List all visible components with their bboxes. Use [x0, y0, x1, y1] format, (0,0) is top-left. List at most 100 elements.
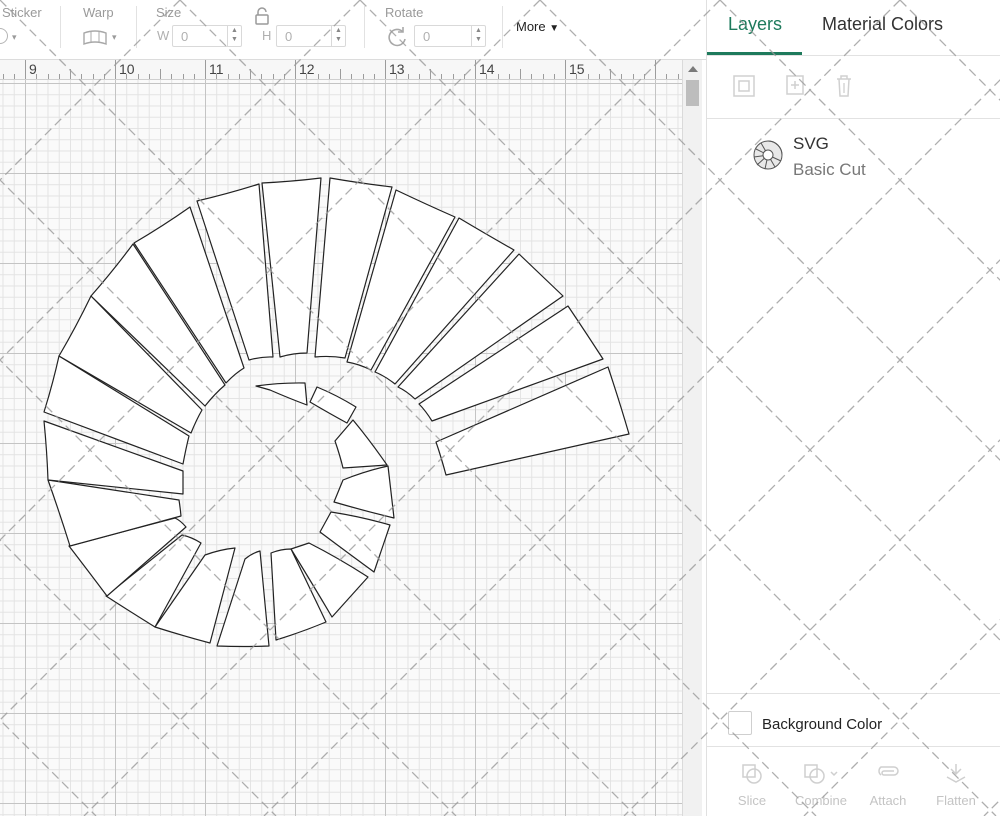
ruler-tick [508, 74, 510, 79]
warp-chevron-icon[interactable]: ▾ [112, 32, 117, 43]
ruler-label: 11 [209, 61, 224, 77]
ruler-tick [328, 74, 330, 79]
ruler-tick [171, 74, 173, 79]
group-icon[interactable] [731, 73, 757, 99]
vertical-scrollbar[interactable] [682, 60, 702, 816]
ruler-tick [261, 74, 263, 79]
spiral-segment[interactable] [333, 465, 395, 519]
height-stepper[interactable]: ▲ ▼ [331, 26, 345, 46]
ruler-tick [452, 74, 454, 79]
scroll-up-arrow-icon[interactable] [688, 66, 698, 72]
attach-icon [876, 762, 902, 791]
toolbar-divider [502, 6, 503, 48]
ruler-tick [340, 69, 341, 79]
height-letter: H [262, 28, 272, 43]
toolbar-divider [364, 6, 365, 48]
ruler-tick [677, 74, 679, 79]
ruler-label: 9 [29, 61, 37, 77]
combine-icon [803, 762, 839, 791]
width-value: 0 [181, 29, 189, 44]
duplicate-icon[interactable] [781, 73, 807, 99]
divider [707, 693, 1000, 694]
width-input[interactable]: 0 ▲ ▼ [172, 25, 242, 47]
more-button[interactable]: More ▼ [510, 16, 565, 40]
ruler-tick [148, 74, 150, 79]
size-label: Size [156, 5, 182, 20]
ruler-tick [103, 74, 105, 79]
width-letter: W [157, 28, 170, 43]
layer-name: SVG [793, 134, 829, 153]
rotate-label: Rotate [385, 5, 424, 20]
combine-button[interactable]: Combine [791, 760, 851, 810]
tab-layers[interactable]: Layers [728, 14, 782, 35]
ruler-label: 15 [569, 61, 585, 77]
flatten-button[interactable]: Flatten [926, 760, 986, 810]
height-input[interactable]: 0 ▲ ▼ [276, 25, 346, 47]
lock-icon[interactable] [254, 7, 270, 30]
ruler-tick [610, 69, 611, 79]
ruler-label: 10 [119, 61, 135, 77]
ruler-tick [587, 74, 589, 79]
spiral-segment[interactable] [309, 386, 357, 424]
ruler-tick [25, 60, 26, 79]
ruler-tick [497, 74, 499, 79]
ruler-tick [70, 69, 71, 79]
slice-button[interactable]: Slice [722, 760, 782, 810]
more-label: More [516, 19, 546, 34]
chevron-down-icon[interactable]: ▾ [12, 32, 17, 43]
rotate-stepper[interactable]: ▲ ▼ [471, 26, 485, 46]
ruler-tick [385, 60, 386, 79]
ruler-label: 13 [389, 61, 405, 77]
ruler-tick [137, 74, 139, 79]
ruler-tick [317, 74, 319, 79]
toggle-icon[interactable] [0, 28, 8, 44]
ruler-tick [238, 74, 240, 79]
rotate-icon[interactable] [385, 25, 409, 54]
ruler-tick [47, 74, 49, 79]
spiral-artwork[interactable] [0, 80, 682, 816]
ruler-label: 14 [479, 61, 495, 77]
design-canvas[interactable] [0, 80, 682, 816]
ruler-tick [553, 74, 555, 79]
ruler-tick [205, 60, 206, 79]
ruler-tick [542, 74, 544, 79]
toolbar-divider [60, 6, 61, 48]
ruler-tick [643, 74, 645, 79]
rotate-input[interactable]: 0 ▲ ▼ [414, 25, 486, 47]
ruler-tick [632, 74, 634, 79]
ruler-tick [621, 74, 623, 79]
spiral-segment[interactable] [255, 382, 308, 406]
flatten-icon [944, 762, 968, 791]
width-stepper[interactable]: ▲ ▼ [227, 26, 241, 46]
ruler-tick [598, 74, 600, 79]
ruler-tick [362, 74, 364, 79]
divider [707, 55, 1000, 56]
tab-material-colors[interactable]: Material Colors [822, 14, 943, 35]
horizontal-ruler: 89101112131415 [0, 60, 682, 80]
layer-item[interactable]: SVG Basic Cut [707, 126, 1000, 186]
edit-toolbar: Sticker ▾ Warp ▾ Size W 0 ▲ ▼ H 0 ▲ ▼ Rota… [0, 0, 706, 60]
attach-label: Attach [869, 793, 907, 808]
ruler-tick [418, 74, 420, 79]
ruler-tick [2, 74, 4, 79]
warp-icon[interactable] [82, 29, 108, 52]
ruler-tick [115, 60, 116, 79]
ruler-label: 12 [299, 61, 315, 77]
attach-button[interactable]: Attach [858, 760, 918, 810]
height-value: 0 [285, 29, 293, 44]
ruler-tick [227, 74, 229, 79]
ruler-tick [531, 74, 533, 79]
warp-label: Warp [83, 5, 114, 20]
toolbar-divider [136, 6, 137, 48]
ruler-tick [373, 74, 375, 79]
slice-label: Slice [737, 793, 767, 808]
layer-operation-type: Basic Cut [793, 160, 866, 179]
ruler-tick [182, 74, 184, 79]
ruler-tick [407, 74, 409, 79]
combine-label: Combine [794, 793, 848, 808]
spiral-segment[interactable] [334, 419, 388, 469]
background-color-checkbox[interactable] [728, 711, 752, 735]
delete-icon[interactable] [831, 73, 857, 99]
ruler-tick [520, 69, 521, 79]
scroll-thumb[interactable] [686, 80, 699, 106]
